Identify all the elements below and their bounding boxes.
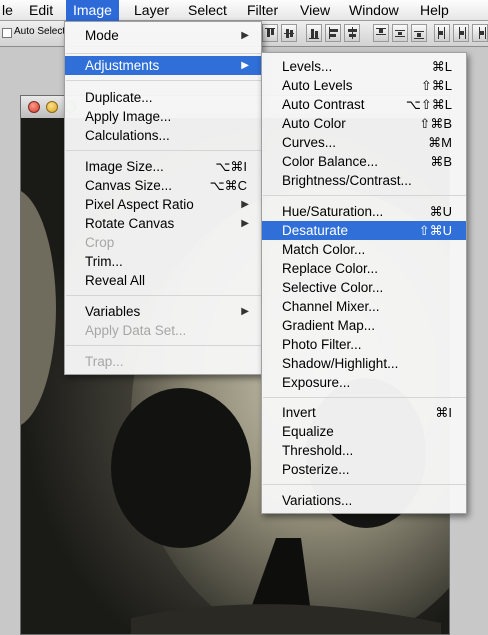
adjustments-item-channel-mixer[interactable]: Channel Mixer... [262, 297, 466, 316]
adjustments-item-photo-filter[interactable]: Photo Filter... [262, 335, 466, 354]
adjustments-item-curves[interactable]: Curves... ⌘M [262, 133, 466, 152]
adjustments-submenu: Levels... ⌘L Auto Levels ⇧⌘L Auto Contrast… [261, 52, 467, 514]
adjustments-item-hue-saturation[interactable]: Hue/Saturation... ⌘U [262, 202, 466, 221]
menubar-file[interactable]: le [0, 0, 20, 21]
submenu-arrow-icon: ▶ [241, 30, 249, 41]
submenu-arrow-icon: ▶ [241, 199, 249, 210]
distribute-left-edges-button[interactable] [434, 24, 450, 42]
adjustments-item-replace-color[interactable]: Replace Color... [262, 259, 466, 278]
image-menu-item-adjustments[interactable]: Adjustments ▶ [65, 56, 261, 75]
adjustments-item-exposure[interactable]: Exposure... [262, 373, 466, 392]
adjustments-item-invert[interactable]: Invert ⌘I [262, 403, 466, 422]
auto-select-checkbox[interactable] [2, 28, 12, 38]
adjustments-item-selective-color[interactable]: Selective Color... [262, 278, 466, 297]
adjustments-item-equalize[interactable]: Equalize [262, 422, 466, 441]
image-menu-item-mode[interactable]: Mode ▶ [65, 26, 261, 45]
image-menu-item-apply-image[interactable]: Apply Image... [65, 107, 261, 126]
adjustments-item-match-color[interactable]: Match Color... [262, 240, 466, 259]
menubar-layer[interactable]: Layer [127, 0, 176, 21]
adjustments-item-shadow-highlight[interactable]: Shadow/Highlight... [262, 354, 466, 373]
menu-bar: le Edit Image Layer Select Filter View W… [0, 0, 488, 21]
adjustments-item-gradient-map[interactable]: Gradient Map... [262, 316, 466, 335]
image-menu: Mode ▶ Adjustments ▶ Duplicate... Apply Im… [64, 21, 262, 375]
adjustments-item-posterize[interactable]: Posterize... [262, 460, 466, 479]
submenu-arrow-icon: ▶ [241, 60, 249, 71]
adjustments-item-variations[interactable]: Variations... [262, 491, 466, 510]
image-menu-item-trap: Trap... [85, 354, 124, 369]
adjustments-item-color-balance[interactable]: Color Balance... ⌘B [262, 152, 466, 171]
close-icon[interactable] [28, 101, 40, 113]
adjustments-item-desaturate[interactable]: Desaturate ⇧⌘U [262, 221, 466, 240]
align-top-edges-button[interactable] [262, 24, 278, 42]
image-menu-item-crop: Crop [85, 235, 115, 250]
menubar-view[interactable]: View [293, 0, 337, 21]
adjustments-item-auto-color[interactable]: Auto Color ⇧⌘B [262, 114, 466, 133]
image-menu-item-reveal-all[interactable]: Reveal All [65, 271, 261, 290]
image-menu-item-rotate-canvas[interactable]: Rotate Canvas ▶ [65, 214, 261, 233]
adjustments-item-auto-levels[interactable]: Auto Levels ⇧⌘L [262, 76, 466, 95]
align-bottom-edges-button[interactable] [306, 24, 322, 42]
menubar-edit[interactable]: Edit [22, 0, 60, 21]
distribute-right-edges-button[interactable] [472, 24, 488, 42]
menubar-select[interactable]: Select [181, 0, 234, 21]
menubar-filter[interactable]: Filter [240, 0, 285, 21]
image-menu-item-apply-data-set: Apply Data Set... [85, 323, 187, 338]
menubar-help[interactable]: Help [413, 0, 456, 21]
adjustments-item-levels[interactable]: Levels... ⌘L [262, 57, 466, 76]
distribute-vertical-centers-button[interactable] [392, 24, 408, 42]
adjustments-item-threshold[interactable]: Threshold... [262, 441, 466, 460]
image-menu-item-trim[interactable]: Trim... [65, 252, 261, 271]
distribute-top-edges-button[interactable] [373, 24, 389, 42]
menubar-image[interactable]: Image [66, 0, 119, 21]
distribute-bottom-edges-button[interactable] [411, 24, 427, 42]
submenu-arrow-icon: ▶ [241, 306, 249, 317]
adjustments-item-auto-contrast[interactable]: Auto Contrast ⌥⇧⌘L [262, 95, 466, 114]
minimize-icon[interactable] [46, 101, 58, 113]
menubar-window[interactable]: Window [342, 0, 406, 21]
image-menu-item-canvas-size[interactable]: Canvas Size... ⌥⌘C [65, 176, 261, 195]
image-menu-item-duplicate[interactable]: Duplicate... [65, 88, 261, 107]
align-left-edges-button[interactable] [325, 24, 341, 42]
adjustments-item-brightness-contrast[interactable]: Brightness/Contrast... [262, 171, 466, 190]
image-menu-item-variables[interactable]: Variables ▶ [65, 302, 261, 321]
distribute-horizontal-centers-button[interactable] [453, 24, 469, 42]
align-vertical-centers-button[interactable] [281, 24, 297, 42]
image-menu-item-pixel-aspect-ratio[interactable]: Pixel Aspect Ratio ▶ [65, 195, 261, 214]
auto-select-label: Auto Select [14, 26, 66, 37]
image-menu-item-image-size[interactable]: Image Size... ⌥⌘I [65, 157, 261, 176]
align-horizontal-centers-button[interactable] [344, 24, 360, 42]
submenu-arrow-icon: ▶ [241, 218, 249, 229]
image-menu-item-calculations[interactable]: Calculations... [65, 126, 261, 145]
